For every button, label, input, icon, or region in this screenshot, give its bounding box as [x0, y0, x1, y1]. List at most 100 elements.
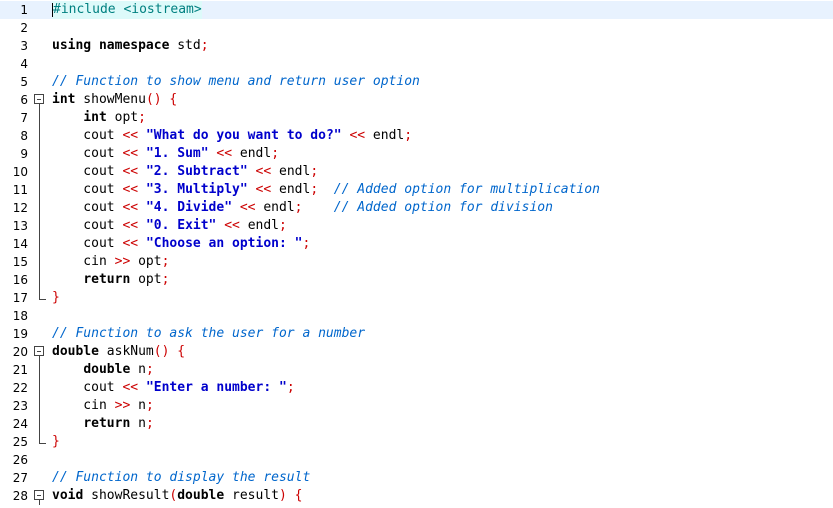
comment-token: // Function to display the result [52, 470, 311, 485]
identifier-token: opt [130, 272, 162, 287]
line-number: 28 [12, 489, 28, 503]
code-text: cin >> n; [52, 397, 154, 415]
line-number: 15 [12, 255, 28, 269]
fold-guide-line [34, 415, 46, 433]
code-line[interactable]: 24 return n; [0, 415, 833, 433]
operator-token: ; [161, 254, 170, 269]
code-line[interactable]: 3 using namespace std; [0, 37, 833, 55]
code-line[interactable]: 25} [0, 433, 833, 451]
identifier-token [248, 182, 256, 197]
keyword-token: void [52, 488, 84, 503]
line-number: 9 [20, 147, 28, 161]
code-line[interactable]: 6 int showMenu() { [0, 91, 833, 109]
operator-token: ; [310, 164, 319, 179]
fold-gutter [34, 19, 46, 37]
code-line[interactable]: 21 double n; [0, 361, 833, 379]
identifier-token [318, 182, 334, 197]
identifier-token: cin [52, 254, 115, 269]
fold-guide-line [34, 397, 46, 415]
identifier-token: cout [52, 128, 123, 143]
code-line[interactable]: 16 return opt; [0, 271, 833, 289]
keyword-token: return [83, 272, 131, 287]
keyword-token: return [83, 416, 131, 431]
operator-token: { [177, 344, 186, 359]
code-text: // Function to show menu and return user… [52, 73, 420, 91]
operator-token: ; [310, 182, 319, 197]
code-text: cout << "2. Subtract" << endl; [52, 163, 318, 181]
code-text: double n; [52, 361, 153, 379]
code-text: #include <iostream> [52, 1, 202, 19]
line-number: 23 [12, 399, 28, 413]
fold-gutter [34, 307, 46, 325]
fold-guide-line [34, 253, 46, 271]
code-line[interactable]: 8 cout << "What do you want to do?" << e… [0, 127, 833, 145]
identifier-token: cout [52, 164, 123, 179]
code-line[interactable]: 12 cout << "4. Divide" << endl; // Added… [0, 199, 833, 217]
code-line[interactable]: 11 cout << "3. Multiply" << endl; // Add… [0, 181, 833, 199]
code-line[interactable]: 9 cout << "1. Sum" << endl; [0, 145, 833, 163]
identifier-token [138, 236, 146, 251]
keyword-token: using namespace [52, 38, 170, 53]
code-line[interactable]: 15 cin >> opt; [0, 253, 833, 271]
fold-guide-line [34, 235, 46, 253]
code-text: // Function to display the result [52, 469, 310, 487]
code-line[interactable]: 22 cout << "Enter a number: "; [0, 379, 833, 397]
identifier-token: askNum [98, 344, 154, 359]
fold-guide-line [34, 163, 46, 181]
operator-token: () [145, 92, 162, 107]
code-text: } [52, 433, 60, 451]
code-line[interactable]: 18 [0, 307, 833, 325]
fold-collapse-icon[interactable] [34, 487, 46, 505]
code-line[interactable]: 17} [0, 289, 833, 307]
operator-token: } [52, 434, 60, 449]
comment-token: // Function to ask the user for a number [52, 326, 366, 341]
operator-token: >> [114, 254, 131, 269]
code-line[interactable]: 10 cout << "2. Subtract" << endl; [0, 163, 833, 181]
code-line[interactable]: 19 // Function to ask the user for a numb… [0, 325, 833, 343]
identifier-token: showMenu [75, 92, 146, 107]
identifier-token [138, 380, 146, 395]
fold-gutter [34, 1, 46, 19]
line-number: 24 [12, 417, 28, 431]
identifier-token: cout [52, 182, 123, 197]
code-editor[interactable]: 1 #include <iostream> 2 3 using namespace st… [0, 0, 833, 508]
line-number: 2 [20, 21, 28, 35]
code-line[interactable]: 27 // Function to display the result [0, 469, 833, 487]
operator-token: << [239, 200, 256, 215]
code-line[interactable]: 7 int opt; [0, 109, 833, 127]
operator-token: ; [286, 380, 295, 395]
code-line[interactable]: 28 void showResult(double result) { [0, 487, 833, 505]
operator-token: << [122, 128, 139, 143]
code-line[interactable]: 20 double askNum() { [0, 343, 833, 361]
code-text: using namespace std; [52, 37, 209, 55]
fold-gutter [34, 55, 46, 73]
code-line[interactable]: 2 [0, 19, 833, 37]
identifier-token [52, 110, 83, 125]
code-line[interactable]: 5 // Function to show menu and return use… [0, 73, 833, 91]
identifier-token: cout [52, 218, 123, 233]
code-line[interactable]: 13 cout << "0. Exit" << endl; [0, 217, 833, 235]
identifier-token [138, 218, 146, 233]
code-line[interactable]: 14 cout << "Choose an option: "; [0, 235, 833, 253]
identifier-token: endl [271, 182, 311, 197]
identifier-token: endl [271, 164, 311, 179]
operator-token: { [294, 488, 303, 503]
fold-collapse-icon[interactable] [34, 91, 46, 109]
code-line[interactable]: 1 #include <iostream> [0, 1, 833, 19]
fold-collapse-icon[interactable] [34, 343, 46, 361]
fold-gutter [34, 451, 46, 469]
operator-token: ) [279, 488, 287, 503]
fold-gutter [34, 73, 46, 91]
operator-token: ; [145, 398, 154, 413]
line-number: 19 [12, 327, 28, 341]
fold-guide-line [34, 379, 46, 397]
line-number: 12 [12, 201, 28, 215]
identifier-token [52, 362, 83, 377]
identifier-token: opt [130, 254, 162, 269]
string-token: "1. Sum" [145, 146, 209, 161]
code-line[interactable]: 26 [0, 451, 833, 469]
fold-guide-line [34, 217, 46, 235]
code-line[interactable]: 4 [0, 55, 833, 73]
code-line[interactable]: 23 cin >> n; [0, 397, 833, 415]
line-number: 3 [20, 39, 28, 53]
